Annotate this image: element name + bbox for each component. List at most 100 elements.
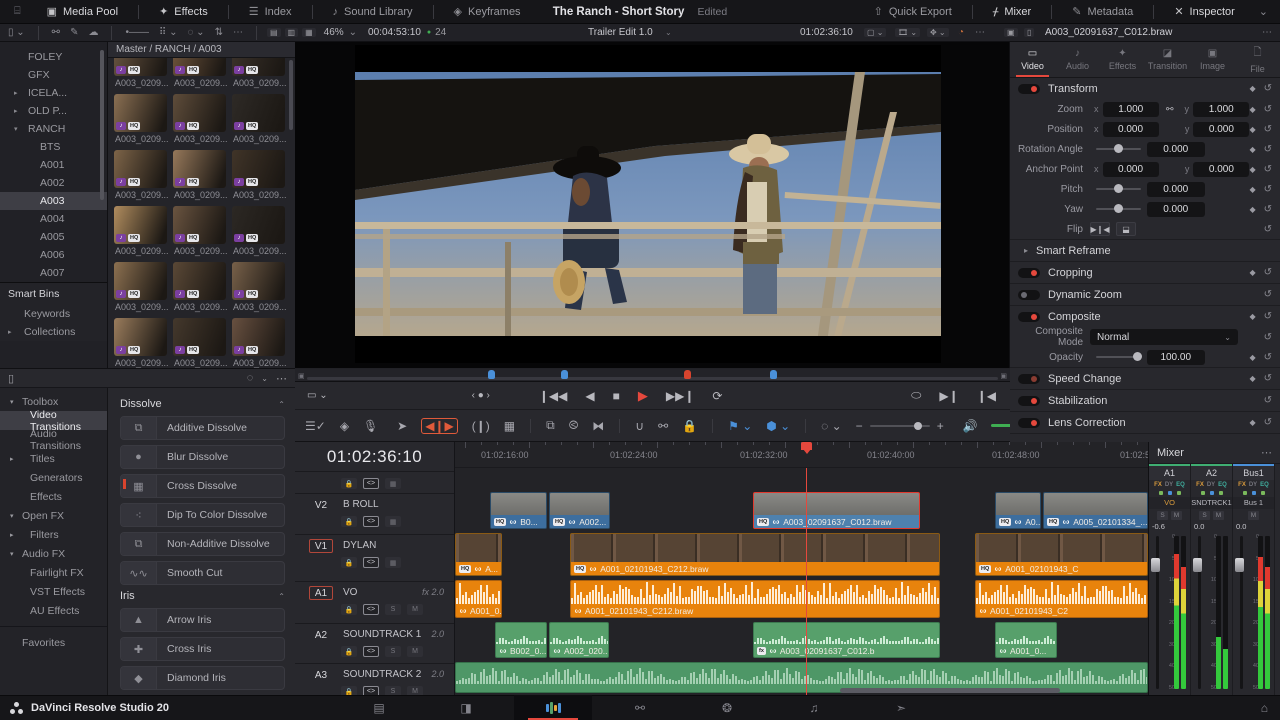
clip-a005_02101334_-[interactable]: HQA005_02101334_...	[1043, 492, 1148, 529]
page-media[interactable]: ▤	[340, 695, 418, 720]
clip-a003_02091637_c012-braw[interactable]: HQA003_02091637_C012.braw	[753, 492, 920, 529]
page-cut[interactable]: ◨	[427, 695, 505, 720]
inspector-tab-video[interactable]: ▭Video	[1010, 42, 1055, 77]
reset-icon[interactable]: ↺	[1264, 267, 1272, 278]
track-header-a1[interactable]: A1 VO fx 2.0 🔒<>SM	[295, 582, 454, 624]
lock-track-icon[interactable]: 🔒	[341, 686, 357, 695]
cloud-icon[interactable]: ☁	[88, 27, 98, 38]
keyframe-icon[interactable]: ◆	[1249, 84, 1255, 93]
inspector-tab-file[interactable]: 🗋File	[1235, 42, 1280, 77]
bin-item-a002[interactable]: A002	[0, 174, 107, 192]
sort-icon[interactable]: ⇅	[215, 27, 223, 38]
media-clip-thumbnail[interactable]: ♪HQ A003_0209...	[173, 94, 226, 146]
effect-diamond-iris[interactable]: ◆Diamond Iris	[120, 666, 285, 690]
menu-item-inspector[interactable]: ✕Inspector	[1162, 0, 1246, 24]
timeline-zoom-icon[interactable]: ◌ ⌄	[821, 419, 842, 433]
auto-select-icon[interactable]: <>	[363, 646, 379, 657]
media-clip-thumbnail[interactable]: ♪HQ A003_0209...	[114, 94, 167, 146]
reset-icon[interactable]: ↺	[1264, 164, 1272, 175]
media-clip-thumbnail[interactable]: ♪HQ A003_0209...	[232, 58, 285, 90]
effects-tree-titles[interactable]: ▸Titles	[0, 449, 107, 468]
clip-b002_0-[interactable]: B002_0...	[495, 622, 547, 658]
breadcrumb[interactable]: Master / RANCH / A003	[108, 42, 295, 58]
project-manager-icon[interactable]: ⌂	[1261, 701, 1268, 715]
clip-a001_02101943_c212-braw[interactable]: A001_02101943_C212.braw	[570, 580, 940, 618]
reset-icon[interactable]: ↺	[1264, 104, 1272, 115]
media-clip-thumbnail[interactable]: ♪HQ A003_0209...	[114, 150, 167, 202]
zoom-out-icon[interactable]: −	[856, 419, 863, 433]
smart-bin-collections[interactable]: ▸Collections	[0, 323, 107, 341]
timeline-marker[interactable]	[488, 370, 495, 379]
bin-item-a003[interactable]: A003	[0, 192, 107, 210]
effect-additive-dissolve[interactable]: ⧉Additive Dissolve	[120, 416, 285, 440]
keyframe-icon[interactable]: ◆	[1249, 205, 1255, 214]
keyframe-icon[interactable]: ◆	[1249, 418, 1255, 427]
reset-icon[interactable]: ↺	[1264, 124, 1272, 135]
effects-tree-audio-transitions[interactable]: Audio Transitions	[0, 430, 107, 449]
mixer-more-icon[interactable]: ⋯	[1261, 446, 1272, 459]
enable-track-icon[interactable]: ▦	[385, 478, 401, 489]
flip-vertical-button[interactable]: ⬓	[1116, 222, 1136, 236]
media-clip-thumbnail[interactable]: ♪HQ A003_0209...	[114, 318, 167, 368]
enable-track-icon[interactable]: ▦	[385, 557, 401, 568]
effect-dip-to-color-dissolve[interactable]: ⁖Dip To Color Dissolve	[120, 503, 285, 527]
timeline-horizontal-scrollbar[interactable]	[840, 688, 1060, 693]
lock-track-icon[interactable]: 🔒	[341, 557, 357, 568]
reset-icon[interactable]: ↺	[1264, 289, 1272, 300]
zoom-slider[interactable]	[870, 425, 930, 427]
clip-a003_02091637_c012-b[interactable]: fxA003_02091637_C012.b	[753, 622, 940, 658]
value-field[interactable]: 100.00	[1147, 350, 1205, 365]
clip-a002-[interactable]: HQA002...	[549, 492, 610, 529]
smart-bins-header[interactable]: Smart Bins	[0, 283, 107, 305]
keyframe-icon[interactable]: ◆	[1249, 268, 1255, 277]
enable-toggle[interactable]	[1018, 312, 1040, 322]
media-clip-thumbnail[interactable]: ♪HQ A003_0209...	[232, 150, 285, 202]
stop-button[interactable]: ■	[613, 389, 620, 403]
page-edit[interactable]	[514, 695, 592, 720]
zoom-in-icon[interactable]: +	[937, 419, 944, 433]
eq-chip[interactable]: EQ	[1175, 482, 1186, 488]
inspector-tab-audio[interactable]: ♪Audio	[1055, 42, 1100, 77]
solo-button[interactable]: S	[385, 646, 401, 657]
menu-item-sound-library[interactable]: ♪Sound Library	[321, 0, 425, 24]
auto-select-icon[interactable]: <>	[363, 557, 379, 568]
panel-layout-icon[interactable]: ▯ ⌄	[8, 27, 25, 38]
reset-icon[interactable]: ↺	[1264, 332, 1272, 343]
section-header[interactable]: Lens Correction◆↺	[1010, 412, 1280, 433]
more-options-icon[interactable]: ⋯	[233, 27, 243, 38]
position-lock-icon[interactable]: 🔒	[682, 419, 697, 433]
enable-toggle[interactable]	[1018, 396, 1040, 406]
media-clip-thumbnail[interactable]: ♪HQ A003_0209...	[232, 262, 285, 314]
mixer-channel-bus1[interactable]: Bus1 FXDYEQ Bus 1 M 0.0 05101520304050	[1233, 464, 1275, 695]
enable-toggle[interactable]	[1018, 374, 1040, 384]
fx-chip[interactable]: FX	[1237, 482, 1247, 488]
channel-fader[interactable]: 05101520304050	[1233, 532, 1274, 695]
media-clip-thumbnail[interactable]: ♪HQ A003_0209...	[232, 318, 285, 368]
effects-more-icon[interactable]: ⋯	[276, 372, 287, 385]
reset-icon[interactable]: ↺	[1264, 184, 1272, 195]
bin-item-a001[interactable]: A001	[0, 156, 107, 174]
smart-bin-keywords[interactable]: Keywords	[0, 305, 107, 323]
effect-non-additive-dissolve[interactable]: ⧉Non-Additive Dissolve	[120, 532, 285, 556]
timeline-view-options-icon[interactable]: ☰✓	[305, 419, 326, 433]
bin-item-gfx[interactable]: GFX	[0, 66, 107, 84]
media-clip-thumbnail[interactable]: ♪HQ A003_0209...	[173, 262, 226, 314]
loop-button[interactable]: ⟳	[712, 389, 722, 403]
out-point-icon[interactable]: ▣	[1000, 372, 1007, 380]
fx-chip[interactable]: FX	[1195, 482, 1205, 488]
bin-item-a007[interactable]: A007	[0, 264, 107, 282]
reset-icon[interactable]: ↺	[1264, 395, 1272, 406]
search-icon[interactable]: ◌ ⌄	[187, 27, 204, 38]
fx-chip[interactable]: FX	[1153, 482, 1163, 488]
speaker-icon[interactable]: 🔊	[963, 419, 978, 433]
link-clips-icon[interactable]: ⚯	[658, 419, 668, 433]
snapping-magnet-icon[interactable]: ∪	[635, 419, 644, 433]
section-header[interactable]: ▸Smart Reframe	[1010, 240, 1280, 261]
filmstrip-icon[interactable]: ▦	[302, 28, 316, 37]
menu-item-mixer[interactable]: ᚋMixer	[981, 0, 1043, 24]
clip-a001_0-[interactable]: A001_0...	[995, 622, 1057, 658]
timeline-marker[interactable]	[770, 370, 777, 379]
media-clip-thumbnail[interactable]: ♪HQ A003_0209...	[173, 58, 226, 90]
mute-button[interactable]: M	[1248, 511, 1259, 520]
track-header-v1[interactable]: V1 DYLAN 🔒<>▦	[295, 535, 454, 582]
